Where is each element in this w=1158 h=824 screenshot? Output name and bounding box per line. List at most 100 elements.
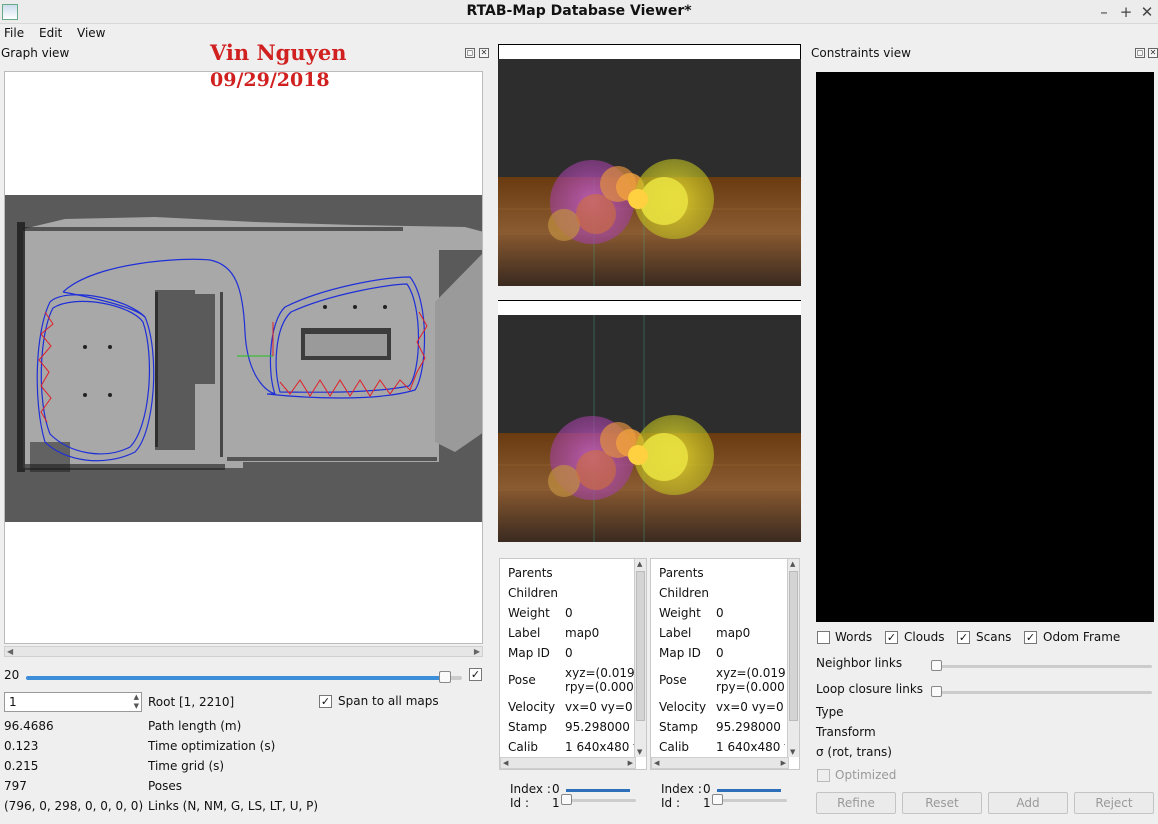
stamp-value: 95.298000 [716,720,781,734]
spin-up-icon[interactable]: ▲ [134,693,139,701]
id-slider-left-handle[interactable] [561,794,572,805]
graph-slider-checkbox[interactable]: ✓ [469,668,482,681]
velocity-value: vx=0 vy=0 [565,700,633,714]
id-slider-right-handle[interactable] [712,794,723,805]
map-id-key: Map ID [508,646,550,660]
root-spin-value: 1 [9,695,17,709]
add-button[interactable]: Add [988,792,1068,814]
node-info-right-hscrollbar[interactable]: ◀ ▶ [651,757,789,769]
arrow-left-icon[interactable]: ◀ [7,647,13,656]
odom-frame-checkbox[interactable]: ✓ [1024,631,1037,644]
title-bar: RTAB-Map Database Viewer* [0,0,1158,24]
minimize-button[interactable]: – [1095,2,1113,22]
index-label-left: Index : [510,782,551,796]
constraints-view-title: Constraints view [811,46,911,60]
index-slider-left[interactable] [566,789,630,792]
pose-rpy-value: rpy=(0.000 [716,680,785,694]
arrow-up-icon[interactable]: ▲ [790,560,795,568]
span-all-maps-checkbox[interactable]: ✓ [319,695,332,708]
root-label: Root [1, 2210] [148,695,235,709]
weight-value: 0 [716,606,724,620]
check-icon: ✓ [320,695,331,708]
links-value: (796, 0, 298, 0, 0, 0, 0) [4,799,144,813]
children-key: Children [508,586,558,600]
neighbor-links-slider[interactable] [934,665,1152,668]
path-length-label: Path length (m) [148,719,242,733]
check-icon: ✓ [470,668,481,681]
check-icon: ✓ [886,631,897,644]
window-title: RTAB-Map Database Viewer* [466,3,692,19]
graph-hscrollbar[interactable]: ◀ ▶ [4,646,483,657]
close-icon[interactable]: ✕ [1148,48,1158,58]
reject-button[interactable]: Reject [1074,792,1154,814]
poses-value: 797 [4,779,27,793]
map-id-key: Map ID [659,646,701,660]
time-optimization-label: Time optimization (s) [148,739,276,753]
poses-label: Poses [148,779,183,793]
close-icon[interactable]: ✕ [479,48,489,58]
menu-file[interactable]: File [4,26,24,40]
refine-button[interactable]: Refine [816,792,896,814]
loop-closure-links-handle[interactable] [931,686,942,697]
arrow-right-icon[interactable]: ▶ [781,759,786,767]
id-slider-right[interactable] [717,799,787,802]
float-icon[interactable]: ◻ [1135,48,1145,58]
spin-down-icon[interactable]: ▼ [134,702,139,710]
index-value-right: 0 [703,782,711,796]
parents-key: Parents [508,566,553,580]
arrow-up-icon[interactable]: ▲ [637,560,642,568]
node-info-left-hscrollbar[interactable]: ◀ ▶ [500,757,636,769]
reset-button[interactable]: Reset [902,792,982,814]
arrow-down-icon[interactable]: ▼ [790,748,795,756]
constraints-3d-view[interactable] [816,72,1154,622]
neighbor-links-handle[interactable] [931,660,942,671]
arrow-right-icon[interactable]: ▶ [628,759,633,767]
neighbor-links-label: Neighbor links [816,656,903,670]
stamp-key: Stamp [659,720,698,734]
clouds-checkbox[interactable]: ✓ [885,631,898,644]
pose-key: Pose [659,673,687,687]
float-icon[interactable]: ◻ [465,48,475,58]
time-grid-label: Time grid (s) [148,759,225,773]
node-info-right-vscrollbar[interactable]: ▲ ▼ [787,559,799,757]
menu-edit[interactable]: Edit [39,26,62,40]
pose-rpy-value: rpy=(0.000 [565,680,634,694]
scans-checkbox[interactable]: ✓ [957,631,970,644]
arrow-right-icon[interactable]: ▶ [474,647,480,656]
graph-view-canvas[interactable] [4,71,483,644]
occupancy-grid-map [5,195,482,522]
loop-closure-links-slider[interactable] [934,691,1152,694]
maximize-button[interactable]: + [1117,2,1135,22]
arrow-left-icon[interactable]: ◀ [503,759,508,767]
loop-closure-links-label: Loop closure links [816,682,924,696]
clouds-label: Clouds [904,630,945,644]
image-view-top[interactable] [498,59,801,286]
root-spinbox[interactable]: 1 ▲ ▼ [4,692,142,712]
close-window-button[interactable]: ✕ [1138,2,1156,22]
index-slider-right[interactable] [717,789,781,792]
label-key: Label [508,626,541,640]
scans-label: Scans [976,630,1012,644]
graph-slider[interactable] [26,676,462,680]
node-info-left-vscrollbar[interactable]: ▲ ▼ [634,559,646,757]
image-view-bottom[interactable] [498,315,801,542]
point-cloud-view-bottom [498,315,801,542]
links-label: Links (N, NM, G, LS, LT, U, P) [148,799,319,813]
stamp-value: 95.298000 [565,720,630,734]
window-icon [2,4,18,20]
menu-bar [0,24,1158,44]
optimized-label: Optimized [835,768,897,782]
graph-slider-handle[interactable] [439,671,451,683]
menu-view[interactable]: View [77,26,105,40]
graph-view-title: Graph view [1,46,70,60]
arrow-down-icon[interactable]: ▼ [637,748,642,756]
id-slider-left[interactable] [566,799,636,802]
map-id-value: 0 [716,646,724,660]
words-checkbox[interactable] [817,631,830,644]
arrow-left-icon[interactable]: ◀ [654,759,659,767]
optimized-checkbox[interactable] [817,769,830,782]
stamp-key: Stamp [508,720,547,734]
id-label-right: Id : [661,796,681,810]
map-id-value: 0 [565,646,573,660]
velocity-value: vx=0 vy=0 [716,700,784,714]
